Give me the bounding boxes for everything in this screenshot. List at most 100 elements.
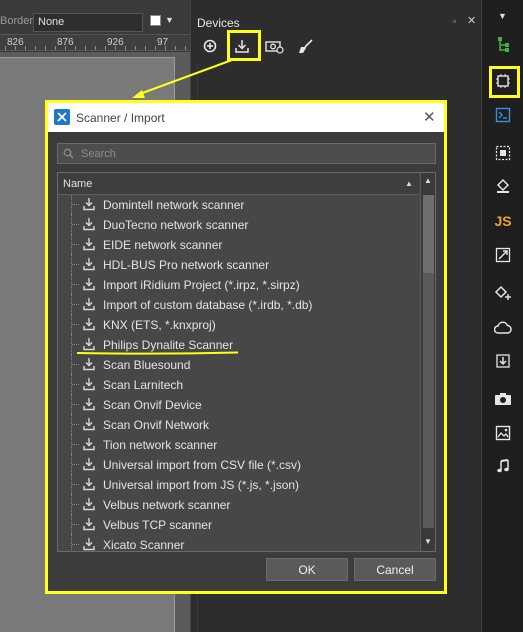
column-header-name[interactable]: Name ▲ — [58, 173, 419, 195]
list-item-label: Import iRidium Project (*.irpz, *.sirpz) — [103, 278, 300, 292]
list-item-label: Velbus network scanner — [103, 498, 231, 512]
image-tools-icon[interactable] — [489, 139, 517, 167]
import-icon — [83, 378, 95, 391]
list-item-label: Universal import from CSV file (*.csv) — [103, 458, 302, 472]
ok-button[interactable]: OK — [266, 558, 348, 581]
camera-icon[interactable] — [489, 385, 517, 413]
script-icon[interactable] — [489, 101, 517, 129]
paint-bucket-plus-icon[interactable] — [489, 279, 517, 307]
list-rows: Domintell network scanner DuoTecno netwo… — [58, 195, 419, 552]
import-icon — [83, 418, 95, 431]
list-item[interactable]: Import iRidium Project (*.irpz, *.sirpz) — [58, 274, 419, 294]
list-item[interactable]: Velbus TCP scanner — [58, 514, 419, 534]
list-item-label: Domintell network scanner — [103, 198, 245, 212]
search-icon — [63, 148, 74, 159]
list-item[interactable]: Import of custom database (*.irdb, *.db) — [58, 294, 419, 314]
scanner-import-dialog: Scanner / Import ✕ Name ▲ Domintell netw… — [45, 100, 447, 594]
list-item[interactable]: DuoTecno network scanner — [58, 214, 419, 234]
import-icon — [83, 458, 95, 471]
music-icon[interactable] — [489, 452, 517, 480]
paint-bucket-icon[interactable] — [489, 172, 517, 200]
list-item[interactable]: Scan Larnitech — [58, 374, 419, 394]
list-item-label: HDL-BUS Pro network scanner — [103, 258, 270, 272]
search-box[interactable] — [57, 143, 436, 164]
list-item[interactable]: Velbus network scanner — [58, 494, 419, 514]
list-item-label: Scan Onvif Network — [103, 418, 210, 432]
scroll-track[interactable] — [423, 273, 434, 528]
list-item-label: Scan Onvif Device — [103, 398, 202, 412]
list-item-label: Velbus TCP scanner — [103, 518, 212, 532]
import-icon — [83, 438, 95, 451]
list-item-label: Scan Larnitech — [103, 378, 184, 392]
float-panel-icon[interactable]: ▫ — [453, 16, 456, 26]
devices-title: Devices — [197, 16, 240, 30]
sort-up-icon: ▲ — [405, 179, 413, 188]
clear-icon[interactable] — [293, 33, 319, 59]
import-icon — [83, 198, 95, 211]
import-icon — [83, 478, 95, 491]
list-item-label: KNX (ETS, *.knxproj) — [103, 318, 216, 332]
close-panel-icon[interactable]: ✕ — [467, 14, 476, 27]
list-item-label: DuoTecno network scanner — [103, 218, 249, 232]
import-icon — [83, 518, 95, 531]
search-input[interactable] — [79, 146, 429, 161]
import-icon — [83, 538, 95, 551]
list-item[interactable]: Scan Bluesound — [58, 354, 419, 374]
list-item[interactable]: Domintell network scanner — [58, 195, 419, 214]
add-icon[interactable] — [197, 33, 223, 59]
device-chip-icon[interactable] — [489, 67, 517, 95]
list-item[interactable]: KNX (ETS, *.knxproj) — [58, 314, 419, 334]
scanner-list: Name ▲ Domintell network scanner DuoTecn… — [57, 172, 436, 552]
resize-icon[interactable] — [489, 241, 517, 269]
import-icon[interactable] — [229, 33, 255, 59]
import-icon — [83, 298, 95, 311]
cancel-button[interactable]: Cancel — [354, 558, 436, 581]
list-item[interactable]: Scan Onvif Device — [58, 394, 419, 414]
border-select[interactable]: None — [33, 13, 143, 32]
list-item-label: Universal import from JS (*.js, *.json) — [103, 478, 300, 492]
list-item-label: Scan Bluesound — [103, 358, 191, 372]
list-item[interactable]: Scan Onvif Network — [58, 414, 419, 434]
annotation-underline — [76, 351, 239, 355]
tree-icon[interactable] — [489, 31, 517, 59]
column-header-label: Name — [63, 178, 93, 190]
import-icon — [83, 318, 95, 331]
list-item-label: Import of custom database (*.irdb, *.db) — [103, 298, 313, 312]
import-icon — [83, 358, 95, 371]
import-icon — [83, 218, 95, 231]
list-item[interactable]: EIDE network scanner — [58, 234, 419, 254]
scroll-thumb[interactable] — [423, 195, 434, 273]
list-item[interactable]: Universal import from CSV file (*.csv) — [58, 454, 419, 474]
close-icon[interactable]: ✕ — [423, 108, 436, 126]
border-label: Border — [0, 15, 34, 27]
properties-toolbar: Border None ▼ 826 876 926 97 — [0, 0, 190, 52]
list-item[interactable]: Universal import from JS (*.js, *.json) — [58, 474, 419, 494]
dialog-title: Scanner / Import — [76, 111, 165, 125]
ruler-label: 97 — [157, 37, 169, 48]
cloud-icon[interactable] — [489, 314, 517, 342]
list-item-label: Tion network scanner — [103, 438, 218, 452]
list-item[interactable]: Tion network scanner — [58, 434, 419, 454]
list-item-label: Xicato Scanner — [103, 538, 185, 552]
vertical-scrollbar[interactable]: ▲ ▼ — [420, 173, 435, 551]
ruler: 826 876 926 97 — [0, 34, 190, 51]
scanner-device-icon[interactable] — [261, 33, 287, 59]
color-swatch[interactable] — [150, 15, 161, 26]
js-icon[interactable]: JS — [489, 207, 517, 235]
scroll-up-icon[interactable]: ▲ — [424, 176, 432, 185]
import-icon — [83, 238, 95, 251]
dialog-titlebar[interactable]: Scanner / Import ✕ — [48, 103, 444, 132]
import-icon — [83, 258, 95, 271]
tools-icon — [54, 109, 70, 125]
picture-icon[interactable] — [489, 419, 517, 447]
import-icon — [83, 398, 95, 411]
import-icon[interactable] — [489, 347, 517, 375]
chevron-down-icon[interactable]: ▼ — [498, 11, 507, 21]
right-sidebar: ▼ JS — [481, 0, 523, 632]
list-item[interactable]: HDL-BUS Pro network scanner — [58, 254, 419, 274]
import-icon — [83, 278, 95, 291]
list-item[interactable]: Xicato Scanner — [58, 534, 419, 552]
import-icon — [83, 498, 95, 511]
scroll-down-icon[interactable]: ▼ — [424, 537, 432, 546]
chevron-down-icon[interactable]: ▼ — [165, 15, 174, 25]
